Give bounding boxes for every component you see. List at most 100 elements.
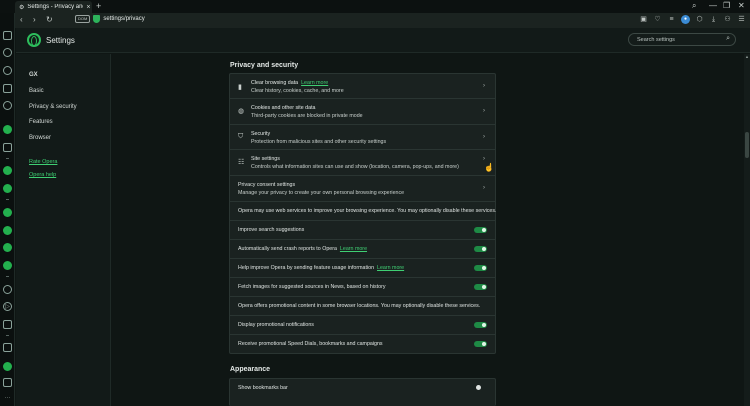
section-title-privacy: Privacy and security — [230, 62, 299, 69]
opera-help-link[interactable]: Opera help — [29, 172, 56, 178]
opera-gx-logo-icon — [27, 33, 41, 47]
chevron-right-icon: › — [483, 185, 485, 191]
site-settings-row[interactable]: ☷ Site settings Controls what informatio… — [230, 150, 495, 176]
download-icon[interactable]: ⤓ — [709, 15, 718, 24]
messenger-icon[interactable] — [3, 166, 12, 175]
avatar[interactable]: ● — [681, 15, 690, 24]
feature-usage-toggle[interactable] — [474, 265, 487, 271]
grid-icon[interactable] — [3, 343, 12, 352]
toggle-row-promo-notifications: Display promotional notifications — [230, 316, 495, 335]
home-icon[interactable] — [3, 31, 12, 40]
reload-icon[interactable]: ↻ — [46, 15, 53, 24]
privacy-consent-row[interactable]: Privacy consent settings Manage your pri… — [230, 176, 495, 202]
search-input[interactable]: Search settings ⌕ — [628, 33, 736, 46]
extensions-icon[interactable] — [3, 362, 12, 371]
player-icon[interactable] — [3, 320, 12, 329]
row-subtitle: Clear history, cookies, cache, and more — [251, 88, 344, 94]
promo-note: Opera offers promotional content in some… — [238, 303, 481, 309]
extensions-icon[interactable]: ⬡ — [695, 15, 704, 24]
rail-divider — [6, 276, 9, 277]
twitch-icon[interactable] — [3, 101, 12, 110]
settings-header: Settings Search settings ⌕ — [16, 28, 750, 53]
security-shield-icon[interactable] — [93, 15, 101, 23]
image-icon[interactable] — [3, 378, 12, 387]
fetch-images-toggle[interactable] — [474, 284, 487, 290]
promo-notifications-toggle[interactable] — [474, 322, 487, 328]
gx-corner-icon[interactable] — [3, 66, 12, 75]
account-icon[interactable]: ⚇ — [723, 15, 732, 24]
discord-icon[interactable] — [3, 208, 12, 217]
toggle-row-bookmarks-bar: Show bookmarks bar — [230, 379, 495, 398]
nav-item-features[interactable]: Features — [29, 119, 53, 125]
trash-icon: ▮ — [238, 84, 242, 91]
crash-reports-toggle[interactable] — [474, 246, 487, 252]
gx-cleaner-icon[interactable] — [3, 84, 12, 93]
rail-divider — [6, 335, 9, 336]
history-icon[interactable] — [3, 285, 12, 294]
nav-item-basic[interactable]: Basic — [29, 88, 44, 94]
toggle-label: Help improve Opera by sending feature us… — [238, 265, 405, 271]
scrollbar-thumb[interactable] — [745, 132, 749, 158]
appearance-card: Show bookmarks bar — [229, 378, 496, 406]
web-services-note-row: Opera may use web services to improve yo… — [230, 202, 497, 221]
row-subtitle: Protection from malicious sites and othe… — [251, 139, 387, 145]
send-icon[interactable]: ▷ — [3, 302, 12, 311]
gear-icon: ⚙ — [19, 4, 25, 11]
menu-icon[interactable]: ≡ — [667, 15, 676, 24]
toggle-row-feature-usage: Help improve Opera by sending feature us… — [230, 259, 495, 278]
rail-divider — [6, 199, 9, 200]
settings-active-icon[interactable] — [3, 125, 12, 134]
maximize-icon[interactable]: ❐ — [723, 1, 730, 10]
forward-icon[interactable]: › — [33, 15, 36, 24]
row-subtitle: Third-party cookies are blocked in priva… — [251, 113, 363, 119]
cookies-row[interactable]: ◍ Cookies and other site data Third-part… — [230, 99, 495, 125]
telegram-icon[interactable] — [3, 226, 12, 235]
learn-more-link[interactable]: Learn more — [340, 246, 367, 252]
close-tab-icon[interactable]: × — [86, 4, 90, 11]
search-tabs-icon[interactable]: ⌕ — [692, 1, 696, 11]
more-icon[interactable]: ··· — [3, 394, 12, 403]
snapshot-icon[interactable]: ▣ — [639, 15, 648, 24]
minimize-icon[interactable]: — — [709, 1, 717, 10]
security-row[interactable]: ⛉ Security Protection from malicious sit… — [230, 125, 495, 150]
row-title: Security — [251, 131, 271, 137]
toggle-label: Improve search suggestions — [238, 227, 305, 233]
promo-speed-dials-toggle[interactable] — [474, 341, 487, 347]
shield-icon: ⛉ — [238, 133, 244, 140]
scroll-up-icon[interactable]: ▲ — [745, 54, 749, 59]
instagram-icon[interactable] — [3, 243, 12, 252]
toggle-label: Display promotional notifications — [238, 322, 314, 328]
nav-item-browser[interactable]: Browser — [29, 135, 51, 141]
settings-main: Privacy and security ▮ Clear browsing da… — [112, 54, 744, 406]
gx-control-icon[interactable] — [3, 48, 12, 57]
rate-opera-link[interactable]: Rate Opera — [29, 159, 57, 165]
tab-settings[interactable]: ⚙ Settings - Privacy and security × — [15, 1, 92, 13]
row-title: Privacy consent settings — [238, 182, 296, 188]
clear-browsing-data-row[interactable]: ▮ Clear browsing data Learn more Clear hi… — [230, 74, 495, 99]
new-tab-icon[interactable]: + — [96, 1, 101, 11]
url-field[interactable]: DOM settings/privacy — [75, 15, 145, 23]
row-subtitle: Manage your privacy to create your own p… — [238, 190, 405, 196]
nav-item-privacy[interactable]: Privacy & security — [29, 104, 77, 110]
learn-more-link[interactable]: Learn more — [301, 80, 328, 86]
sliders-icon: ☷ — [238, 159, 245, 166]
address-bar: ‹ › ↻ DOM settings/privacy ▣ ♡ ≡ ● ⬡ ⤓ ⚇… — [15, 13, 750, 28]
whatsapp-icon[interactable] — [3, 184, 12, 193]
search-placeholder: Search settings — [637, 37, 675, 43]
vk-icon[interactable] — [3, 261, 12, 270]
close-window-icon[interactable]: ✕ — [738, 1, 745, 10]
toggle-row-crash-reports: Automatically send crash reports to Oper… — [230, 240, 495, 259]
bookmarks-bar-toggle[interactable] — [474, 385, 487, 391]
learn-more-link[interactable]: Learn more — [377, 265, 404, 271]
page-type-badge: DOM — [75, 15, 91, 23]
search-suggestions-toggle[interactable] — [474, 227, 487, 233]
heart-icon[interactable]: ♡ — [653, 15, 662, 24]
toggle-row-fetch-images: Fetch images for suggested sources in Ne… — [230, 278, 495, 297]
easy-setup-icon[interactable]: ☰ — [737, 15, 746, 24]
music-icon[interactable] — [3, 143, 12, 152]
tab-title: Settings - Privacy and security — [27, 4, 83, 10]
row-title: Clear browsing data Learn more — [251, 80, 329, 86]
nav-item-gx[interactable]: GX — [29, 72, 38, 78]
scrollbar[interactable]: ▲ — [744, 54, 750, 406]
back-icon[interactable]: ‹ — [20, 15, 23, 24]
